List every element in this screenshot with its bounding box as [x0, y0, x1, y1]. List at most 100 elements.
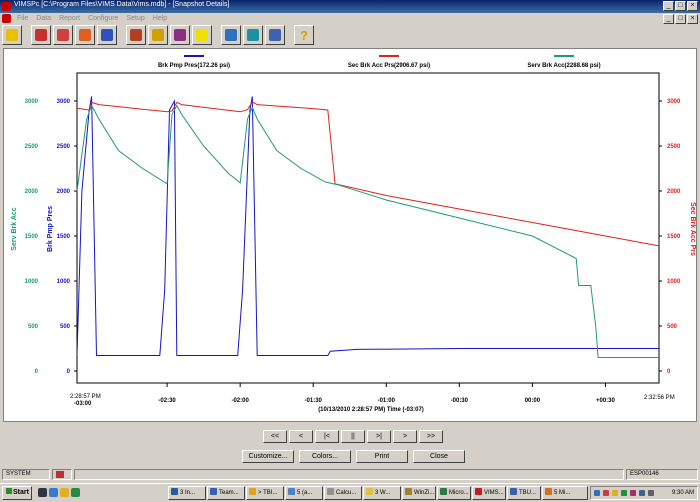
task-label: VIMS... [484, 490, 504, 496]
legend-label: Sec Brk Acc Prs(2906.67 psi) [348, 63, 430, 69]
tray-alert-icon[interactable] [612, 490, 618, 496]
task-button-2[interactable]: Team... [207, 486, 245, 500]
last-button[interactable]: >> [419, 430, 443, 443]
task-button-5[interactable]: Calcu... [324, 486, 362, 500]
window-title: VIMSPc [C:\Program Files\VIMS Data\Vims.… [14, 1, 230, 8]
cycle-tool[interactable] [170, 25, 190, 45]
task-button-7[interactable]: WinZi... [402, 486, 436, 500]
step-forward-button[interactable]: >| [367, 430, 391, 443]
start-button[interactable]: Start [2, 486, 32, 500]
task-button-8[interactable]: Micro... [437, 486, 471, 500]
menu-configure[interactable]: Configure [84, 15, 122, 22]
events-tool[interactable] [53, 25, 73, 45]
action-bar: Customize... Colors... Print Close [0, 450, 700, 464]
report-tool[interactable] [265, 25, 285, 45]
y-tick-label-pump: 0 [67, 369, 71, 375]
task-button-6[interactable]: 3 W... [363, 486, 401, 500]
task-button-3[interactable]: > TBI... [246, 486, 284, 500]
y-axis-label-serv: Serv Brk Acc [11, 207, 18, 250]
task-button-1[interactable]: 3 In... [168, 486, 206, 500]
start-label: Start [13, 489, 29, 496]
customize-button[interactable]: Customize... [242, 450, 294, 463]
task-button-10[interactable]: TBU... [507, 486, 541, 500]
windows-logo-icon [6, 488, 12, 494]
pause-button[interactable]: || [341, 430, 365, 443]
x-start-offset: -03:00 [74, 401, 92, 407]
help-tool[interactable]: ? [294, 25, 314, 45]
quicklaunch-desktop-icon[interactable] [38, 488, 47, 497]
machine-tool[interactable] [243, 25, 263, 45]
menu-setup[interactable]: Setup [122, 15, 148, 22]
y-tick-label-serv: 1000 [25, 279, 39, 285]
colors-button[interactable]: Colors... [299, 450, 351, 463]
y-tick-label-serv: 2500 [25, 144, 39, 150]
quicklaunch-app-icon[interactable] [71, 488, 80, 497]
task-button-11[interactable]: 5 Mi... [542, 486, 588, 500]
task-label: Calcu... [336, 490, 357, 496]
task-icon [210, 488, 217, 495]
menu-report[interactable]: Report [55, 15, 84, 22]
x-tick-label: -01:30 [305, 398, 323, 404]
tray-network-icon[interactable] [594, 490, 600, 496]
next-button[interactable]: > [393, 430, 417, 443]
vims-status-icon [56, 471, 64, 478]
y-tick-label-sec: 500 [667, 324, 678, 330]
menu-data[interactable]: Data [32, 15, 55, 22]
task-icon [249, 488, 256, 495]
task-label: 5 Mi... [554, 490, 571, 496]
task-button-9[interactable]: VIMS... [472, 486, 506, 500]
task-label: 5 (a... [297, 490, 313, 496]
doc-minimize-button[interactable]: _ [663, 14, 674, 24]
task-button-4[interactable]: 5 (a... [285, 486, 323, 500]
x-end-time: 2:32:56 PM [644, 395, 675, 401]
previous-button[interactable]: < [289, 430, 313, 443]
trend-tool[interactable] [97, 25, 117, 45]
task-icon [288, 488, 295, 495]
x-tick-label: 00:00 [525, 398, 541, 404]
graph-tool[interactable] [75, 25, 95, 45]
wrench-icon [130, 29, 142, 41]
status-bar: SYSTEM ESP00146 [0, 469, 700, 481]
close-button[interactable]: × [687, 1, 698, 11]
snapshot-tool[interactable] [192, 25, 212, 45]
x-start-time: 2:28:57 PM [70, 394, 101, 400]
y-tick-label-pump: 1500 [57, 234, 71, 240]
report-icon [269, 29, 281, 41]
close-dialog-button[interactable]: Close [413, 450, 465, 463]
status-serial: ESP00146 [626, 469, 698, 480]
step-back-button[interactable]: |< [315, 430, 339, 443]
open-tool[interactable] [2, 25, 22, 45]
first-button[interactable]: << [263, 430, 287, 443]
task-icon [475, 488, 482, 495]
y-tick-label-sec: 3000 [667, 99, 681, 105]
chart-panel: Brk Pmp Pres(172.26 psi) Sec Brk Acc Prs(… [3, 48, 697, 422]
menu-help[interactable]: Help [149, 15, 171, 22]
doc-restore-button[interactable]: □ [675, 14, 686, 24]
quicklaunch-ie-icon[interactable] [49, 488, 58, 497]
navigation-bar: << < |< || >| > >> [0, 430, 700, 444]
tray-app-icon[interactable] [630, 490, 636, 496]
doc-close-button[interactable]: × [687, 14, 698, 24]
minimize-button[interactable]: _ [663, 1, 674, 11]
menu-file[interactable]: File [13, 15, 32, 22]
status-message [74, 469, 624, 480]
print-button[interactable]: Print [356, 450, 408, 463]
download-tool[interactable] [31, 25, 51, 45]
mdi-doc-icon[interactable] [2, 14, 11, 23]
app-icon[interactable] [2, 2, 11, 11]
payload-tool[interactable] [148, 25, 168, 45]
task-label: WinZi... [414, 490, 435, 496]
maximize-button[interactable]: □ [675, 1, 686, 11]
y-tick-label-pump: 1000 [57, 279, 71, 285]
tray-security-icon[interactable] [603, 490, 609, 496]
tools-tool[interactable] [126, 25, 146, 45]
tray-update-icon[interactable] [621, 490, 627, 496]
left-axis-serv-ticks: 3000 2500 2000 1500 1000 500 0 [25, 99, 39, 375]
task-icon [545, 488, 552, 495]
quicklaunch-folder-icon[interactable] [60, 488, 69, 497]
snapshot-icon [196, 29, 208, 41]
tray-volume-icon[interactable] [639, 490, 645, 496]
tray-misc-icon[interactable] [648, 490, 654, 496]
config-tool[interactable] [221, 25, 241, 45]
y-tick-label-sec: 2000 [667, 189, 681, 195]
